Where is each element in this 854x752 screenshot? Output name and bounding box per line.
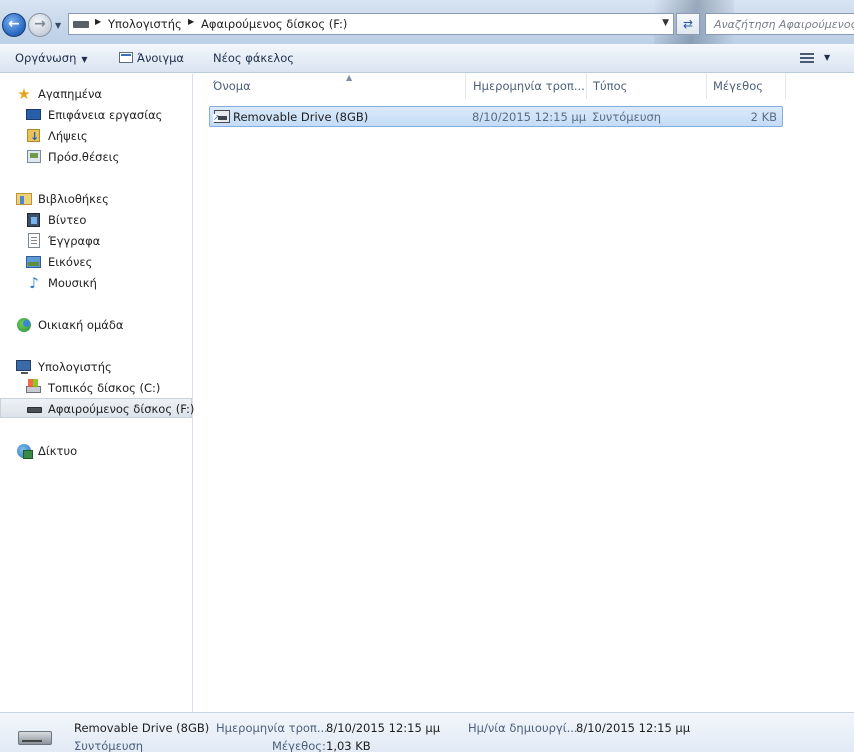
nav-item-music[interactable]: ♪ Μουσική [26, 273, 97, 293]
nav-item-desktop[interactable]: Επιφάνεια εργασίας [26, 105, 162, 125]
column-label: Μέγεθος [713, 79, 763, 93]
details-modified-value: 8/10/2015 12:15 μμ [326, 721, 441, 735]
documents-icon [28, 233, 40, 248]
shortcut-icon [213, 110, 230, 123]
address-bar-area: ← → ▼ ▶ Υπολογιστής ▶ Αφαιρούμενος δίσκο… [0, 0, 854, 44]
column-label: Ημερομηνία τροπ... [473, 79, 585, 93]
file-size: 2 KB [750, 110, 777, 124]
removable-drive-icon [27, 407, 42, 413]
nav-item-videos[interactable]: Βίντεο [26, 210, 86, 230]
column-label: Όνομα [213, 79, 251, 93]
details-pane: Removable Drive (8GB) Συντόμευση Ημερομη… [0, 712, 854, 752]
nav-homegroup[interactable]: Οικιακή ομάδα [16, 315, 123, 335]
back-button[interactable]: ← [2, 13, 26, 37]
desktop-icon [26, 109, 41, 120]
column-header-type[interactable]: Τύπος [588, 74, 707, 99]
breadcrumb-computer[interactable]: Υπολογιστής [108, 17, 182, 31]
nav-computer[interactable]: Υπολογιστής [16, 357, 112, 377]
homegroup-icon [17, 318, 31, 332]
details-created-label: Ημ/νία δημιουργί... [468, 721, 578, 735]
nav-label: Δίκτυο [38, 444, 78, 458]
file-name: Removable Drive (8GB) [233, 110, 369, 124]
nav-label: Υπολογιστής [38, 360, 112, 374]
nav-label: Πρόσ.θέσεις [48, 150, 120, 164]
chevron-right-icon[interactable]: ▶ [188, 17, 194, 26]
chevron-down-icon[interactable]: ▼ [824, 53, 830, 62]
nav-item-recent-places[interactable]: Πρόσ.θέσεις [26, 147, 119, 167]
nav-item-documents[interactable]: Έγγραφα [26, 231, 100, 251]
nav-label: Βίντεο [48, 213, 87, 227]
network-icon [17, 444, 33, 459]
column-header-size[interactable]: Μέγεθος [708, 74, 786, 99]
address-dropdown-icon[interactable]: ▼ [662, 18, 669, 28]
file-type: Συντόμευση [592, 110, 662, 124]
computer-icon [16, 360, 31, 374]
new-folder-button[interactable]: Νέος φάκελος [213, 51, 294, 65]
breadcrumb-removable-drive[interactable]: Αφαιρούμενος δίσκος (F:) [201, 17, 347, 31]
open-button[interactable]: Άνοιγμα [119, 51, 184, 65]
removable-drive-large-icon [18, 725, 54, 747]
local-disk-icon [26, 379, 41, 393]
navigation-pane: ★ Αγαπημένα Επιφάνεια εργασίας Λήψεις Πρ… [0, 74, 195, 712]
nav-label: Επιφάνεια εργασίας [48, 108, 163, 122]
column-header-date[interactable]: Ημερομηνία τροπ... [468, 74, 587, 99]
nav-label: Εικόνες [48, 255, 93, 269]
chevron-down-icon: ▼ [81, 55, 88, 64]
nav-label: Τοπικός δίσκος (C:) [48, 381, 161, 395]
column-label: Τύπος [593, 79, 628, 93]
command-bar: Οργάνωση ▼ Άνοιγμα Νέος φάκελος ▼ [0, 44, 854, 73]
recent-places-icon [27, 150, 41, 163]
open-icon [119, 52, 133, 63]
column-header-name[interactable]: ▲ Όνομα [208, 73, 466, 99]
star-icon: ★ [17, 85, 31, 103]
organize-label: Οργάνωση [15, 51, 77, 65]
nav-label: Οικιακή ομάδα [38, 318, 124, 332]
address-box[interactable]: ▶ Υπολογιστής ▶ Αφαιρούμενος δίσκος (F:)… [68, 13, 674, 35]
details-size-value: 1,03 KB [326, 739, 371, 752]
view-options-icon[interactable] [800, 53, 814, 63]
file-date: 8/10/2015 12:15 μμ [472, 110, 587, 124]
details-created-value: 8/10/2015 12:15 μμ [576, 721, 691, 735]
pictures-icon [26, 256, 41, 268]
downloads-icon [27, 127, 40, 147]
file-row[interactable]: Removable Drive (8GB) 8/10/2015 12:15 μμ… [209, 106, 783, 127]
new-folder-label: Νέος φάκελος [213, 51, 295, 65]
nav-item-pictures[interactable]: Εικόνες [26, 252, 92, 272]
nav-network[interactable]: Δίκτυο [16, 441, 77, 461]
nav-label: Αφαιρούμενος δίσκος (F:) [48, 402, 195, 416]
nav-favorites[interactable]: ★ Αγαπημένα [16, 84, 102, 104]
open-label: Άνοιγμα [137, 51, 185, 65]
nav-label: Έγγραφα [48, 234, 101, 248]
nav-label: Βιβλιοθήκες [38, 192, 109, 206]
details-type: Συντόμευση [74, 739, 144, 752]
organize-button[interactable]: Οργάνωση ▼ [15, 51, 88, 65]
nav-item-downloads[interactable]: Λήψεις [26, 126, 88, 147]
refresh-button[interactable]: ⇄ [676, 13, 700, 35]
sort-ascending-icon: ▲ [346, 73, 353, 82]
file-list: ▲ Όνομα Ημερομηνία τροπ... Τύπος Μέγεθος… [194, 73, 854, 712]
recent-pages-dropdown-icon[interactable]: ▼ [55, 21, 65, 30]
details-name: Removable Drive (8GB) [74, 721, 210, 735]
chevron-right-icon[interactable]: ▶ [95, 17, 101, 26]
videos-icon [27, 213, 40, 227]
nav-item-local-disk-c[interactable]: Τοπικός δίσκος (C:) [26, 378, 160, 398]
nav-label: Αγαπημένα [38, 87, 103, 101]
nav-label: Λήψεις [48, 129, 88, 143]
details-size-label: Μέγεθος: [272, 739, 326, 752]
forward-button[interactable]: → [28, 13, 52, 37]
libraries-icon [16, 193, 32, 205]
search-input[interactable]: Αναζήτηση Αφαιρούμενος [705, 13, 854, 35]
drive-icon [73, 21, 89, 28]
details-modified-label: Ημερομηνία τροπ... [216, 721, 328, 735]
music-icon: ♪ [29, 274, 39, 292]
nav-label: Μουσική [48, 276, 97, 290]
nav-libraries[interactable]: Βιβλιοθήκες [16, 189, 109, 209]
nav-item-removable-disk-f[interactable]: Αφαιρούμενος δίσκος (F:) [0, 398, 195, 418]
search-placeholder: Αναζήτηση Αφαιρούμενος [714, 18, 854, 31]
